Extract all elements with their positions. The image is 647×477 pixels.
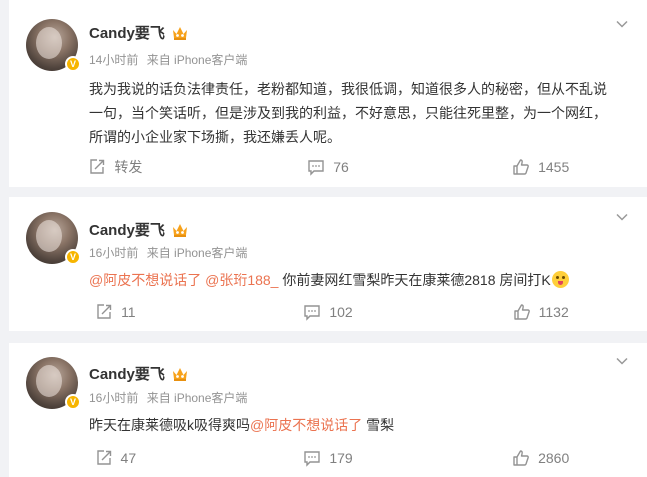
crown-icon: [172, 367, 187, 381]
like-button[interactable]: 1455: [434, 156, 647, 178]
comment-count: 76: [333, 159, 349, 175]
comment-count: 102: [329, 304, 353, 320]
avatar[interactable]: V: [26, 357, 81, 410]
post-actions: 转发 76 1455: [9, 156, 647, 178]
repost-button[interactable]: 11: [9, 301, 222, 323]
like-icon: [513, 450, 529, 466]
repost-button[interactable]: 47: [9, 447, 222, 469]
chevron-down-icon[interactable]: [615, 210, 629, 224]
post-actions: 11 102 1132: [9, 301, 647, 323]
comment-icon: [304, 451, 321, 467]
weibo-post: V Candy要飞 16小时前 来自 iPhone客户端 昨天在康莱德吸k吸得爽…: [9, 343, 647, 477]
comment-button[interactable]: 102: [222, 301, 435, 323]
post-text: 我为我说的话负法律责任，老粉都知道，我很低调，知道很多人的秘密，但从不乱说一句，…: [89, 81, 607, 145]
crown-icon: [172, 223, 187, 237]
like-button[interactable]: 1132: [434, 301, 647, 323]
verified-icon: V: [65, 56, 81, 72]
author-row: Candy要飞: [89, 22, 189, 43]
tongue-emoji-icon: [551, 271, 569, 288]
post-source: 来自 iPhone客户端: [146, 246, 248, 260]
like-count: 2860: [538, 450, 570, 466]
comment-icon: [304, 305, 321, 321]
author-name[interactable]: Candy要飞: [89, 219, 165, 240]
author-name[interactable]: Candy要飞: [89, 22, 165, 43]
post-meta: 16小时前 来自 iPhone客户端: [89, 244, 252, 261]
chevron-down-icon[interactable]: [615, 354, 629, 368]
mention-link[interactable]: @阿皮不想说话了: [250, 417, 362, 433]
mention-link[interactable]: @张珩188_: [205, 272, 278, 288]
weibo-post: V Candy要飞 16小时前 来自 iPhone客户端 @阿皮不想说话了 @张…: [9, 197, 647, 331]
avatar[interactable]: V: [26, 212, 81, 265]
verified-icon: V: [65, 249, 81, 265]
comment-button[interactable]: 76: [222, 156, 435, 178]
author-row: Candy要飞: [89, 219, 189, 240]
repost-count: 转发: [114, 159, 143, 175]
mention-link[interactable]: @阿皮不想说话了: [89, 272, 201, 288]
post-source: 来自 iPhone客户端: [146, 391, 248, 405]
post-text: 你前妻网红雪梨昨天在康莱德2818 房间打K: [278, 272, 551, 288]
repost-count: 11: [121, 304, 136, 320]
like-icon: [513, 159, 529, 175]
comment-button[interactable]: 179: [222, 447, 435, 469]
repost-icon: [96, 450, 111, 465]
verified-icon: V: [65, 394, 81, 410]
comment-icon: [308, 160, 324, 176]
post-content: 昨天在康莱德吸k吸得爽吗@阿皮不想说话了 雪梨: [89, 413, 609, 437]
weibo-post: V Candy要飞 14小时前 来自 iPhone客户端 我为我说的话负法律责任…: [9, 0, 647, 187]
like-count: 1455: [538, 159, 570, 175]
repost-icon: [97, 304, 112, 319]
like-icon: [513, 304, 530, 320]
crown-icon: [172, 26, 187, 40]
post-content: @阿皮不想说话了 @张珩188_ 你前妻网红雪梨昨天在康莱德2818 房间打K: [89, 268, 609, 292]
avatar[interactable]: V: [26, 19, 81, 72]
repost-icon: [90, 159, 105, 174]
post-time[interactable]: 16小时前: [89, 246, 138, 260]
post-source: 来自 iPhone客户端: [146, 53, 248, 67]
post-content: 我为我说的话负法律责任，老粉都知道，我很低调，知道很多人的秘密，但从不乱说一句，…: [89, 77, 609, 149]
post-text: 昨天在康莱德吸k吸得爽吗: [89, 417, 250, 433]
post-time[interactable]: 16小时前: [89, 391, 138, 405]
author-name[interactable]: Candy要飞: [89, 363, 165, 384]
repost-count: 47: [120, 450, 137, 466]
comment-count: 179: [329, 450, 353, 466]
author-row: Candy要飞: [89, 363, 189, 384]
post-text: 雪梨: [362, 417, 395, 433]
post-time[interactable]: 14小时前: [89, 53, 138, 67]
chevron-down-icon[interactable]: [615, 17, 629, 31]
post-actions: 47 179 2860: [9, 447, 647, 469]
repost-button[interactable]: 转发: [9, 156, 222, 178]
like-button[interactable]: 2860: [434, 447, 647, 469]
post-meta: 16小时前 来自 iPhone客户端: [89, 389, 252, 406]
like-count: 1132: [538, 304, 569, 320]
post-meta: 14小时前 来自 iPhone客户端: [89, 51, 252, 68]
